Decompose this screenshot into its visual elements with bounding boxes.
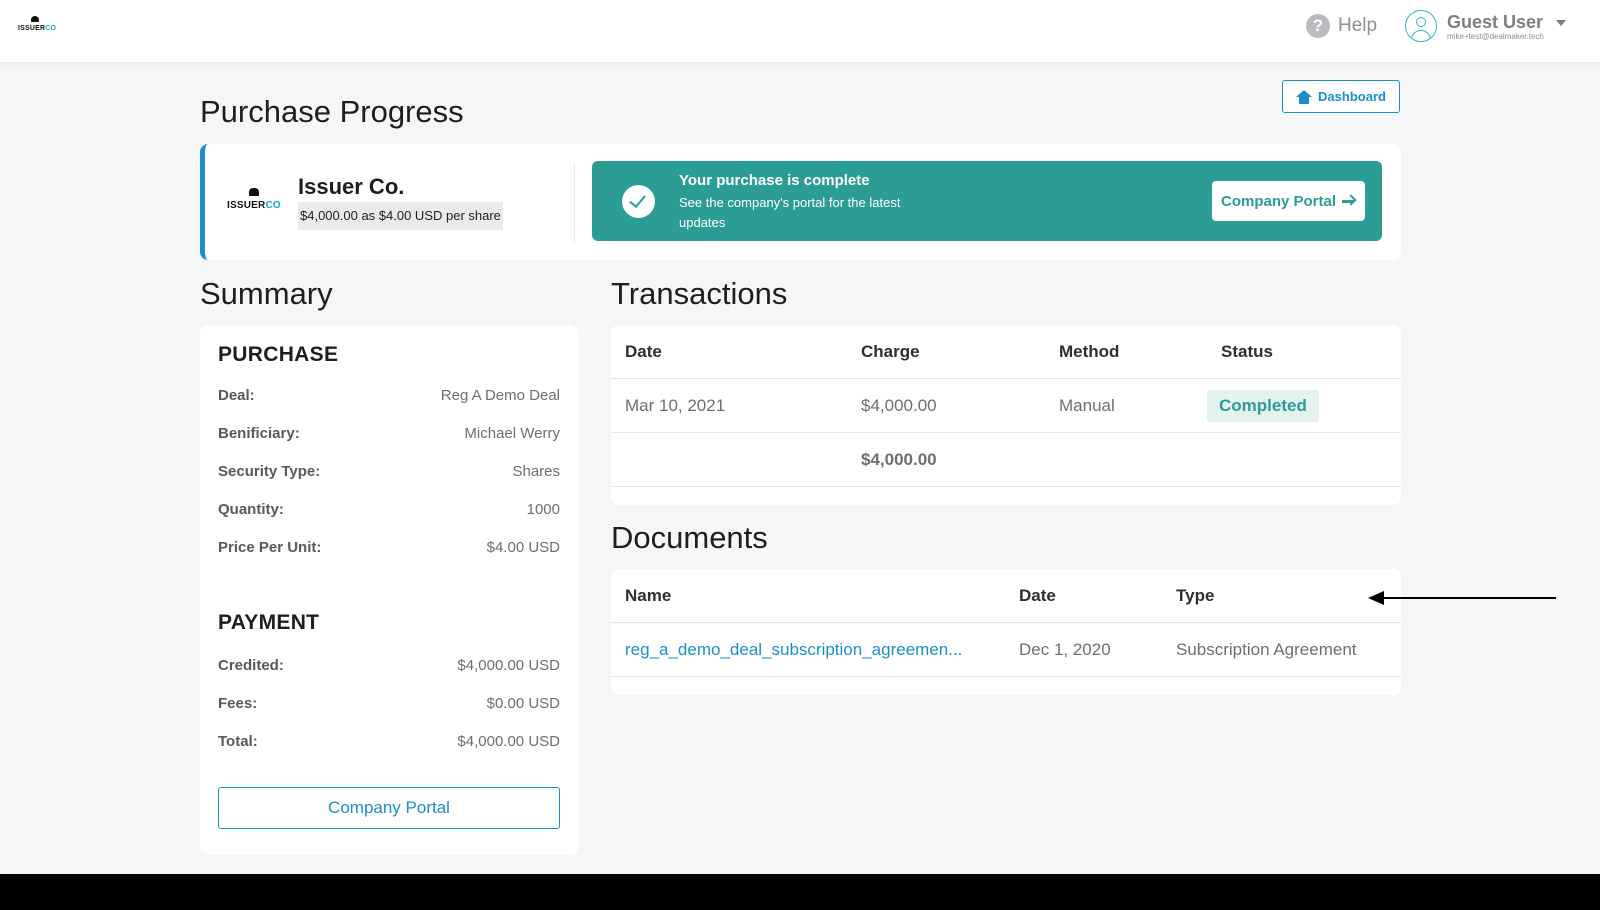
chevron-down-icon [1555,20,1566,26]
summary-row-fees: Fees: $0.00 USD [218,695,560,712]
column-header-name: Name [625,586,672,605]
documents-title: Documents [611,520,768,555]
dashboard-label: Dashboard [1318,89,1386,104]
table-row: reg_a_demo_deal_subscription_agreemen...… [611,623,1401,677]
transaction-date: Mar 10, 2021 [625,396,726,415]
transactions-table: Date Charge Method Status Mar 10, 2021 $… [611,325,1401,505]
page-title: Purchase Progress [200,94,464,129]
transactions-title: Transactions [611,276,788,311]
column-header-method: Method [1059,342,1120,361]
hat-icon [249,188,259,196]
hat-icon [31,16,39,22]
column-header-status: Status [1221,342,1273,361]
summary-row-beneficiary: Benificiary: Michael Werry [218,425,560,442]
summary-row-security-type: Security Type: Shares [218,463,560,480]
table-row: Mar 10, 2021 $4,000.00 Manual Completed [611,379,1401,433]
user-email: mike+test@dealmaker.tech [1447,31,1544,41]
summary-row-deal: Deal: Reg A Demo Deal [218,387,560,404]
status-badge: Completed [1207,390,1319,422]
summary-row-credited: Credited: $4,000.00 USD [218,657,560,674]
transaction-total-row: $4,000.00 [611,433,1401,487]
summary-company-portal-button[interactable]: Company Portal [218,787,560,829]
column-header-date: Date [1019,586,1056,605]
dashboard-button[interactable]: Dashboard [1282,80,1400,113]
issuer-logo-text: ISSUERCO [227,200,281,211]
column-header-type: Type [1176,586,1215,605]
check-circle-icon [622,185,655,218]
help-link[interactable]: ? Help [1306,12,1377,40]
document-type: Subscription Agreement [1176,640,1357,659]
issuer-name: Issuer Co. [298,174,405,199]
question-circle-icon: ? [1306,14,1330,38]
summary-row-price-per-unit: Price Per Unit: $4.00 USD [218,539,560,556]
banner-title: Your purchase is complete [679,172,870,189]
summary-row-quantity: Quantity: 1000 [218,501,560,518]
payment-heading: PAYMENT [218,611,320,634]
annotation-arrow-icon [1368,590,1556,606]
summary-title: Summary [200,276,333,311]
purchase-complete-banner: Your purchase is complete See the compan… [592,161,1382,241]
table-header-row: Date Charge Method Status [611,325,1401,379]
transaction-charge: $4,000.00 [861,396,937,415]
issuer-logo: ISSUERCO [227,188,281,214]
arrow-right-icon [1342,194,1357,207]
document-date: Dec 1, 2020 [1019,640,1111,659]
issuer-price-line: $4,000.00 as $4.00 USD per share [298,202,503,230]
purchase-heading: PURCHASE [218,343,339,366]
help-label: Help [1338,15,1378,36]
summary-row-total: Total: $4,000.00 USD [218,733,560,750]
user-menu[interactable]: Guest User mike+test@dealmaker.tech [1405,10,1566,42]
home-icon [1296,89,1313,104]
documents-table: Name Date Type reg_a_demo_deal_subscript… [611,569,1401,695]
summary-card: PURCHASE Deal: Reg A Demo Deal Benificia… [200,325,578,855]
bottom-bar [0,874,1600,910]
issuer-card: ISSUERCO Issuer Co. $4,000.00 as $4.00 U… [200,144,1401,260]
company-portal-button[interactable]: Company Portal [1212,181,1365,221]
top-navbar: ISSUERCO ? Help Guest User mike+test@dea… [0,0,1600,62]
brand-logo[interactable]: ISSUERCO [18,16,57,36]
user-name: Guest User [1447,11,1544,32]
column-header-charge: Charge [861,342,920,361]
user-avatar-icon [1405,10,1437,42]
banner-subtitle: See the company's portal for the latest … [679,195,901,230]
vertical-divider [574,162,575,242]
transaction-method: Manual [1059,396,1115,415]
company-portal-label: Company Portal [1220,192,1337,210]
brand-logo-text: ISSUERCO [18,25,57,32]
document-link[interactable]: reg_a_demo_deal_subscription_agreemen... [625,623,962,677]
column-header-date: Date [625,342,662,361]
table-header-row: Name Date Type [611,569,1401,623]
transaction-total: $4,000.00 [861,450,937,469]
transaction-status: Completed [1207,379,1319,433]
